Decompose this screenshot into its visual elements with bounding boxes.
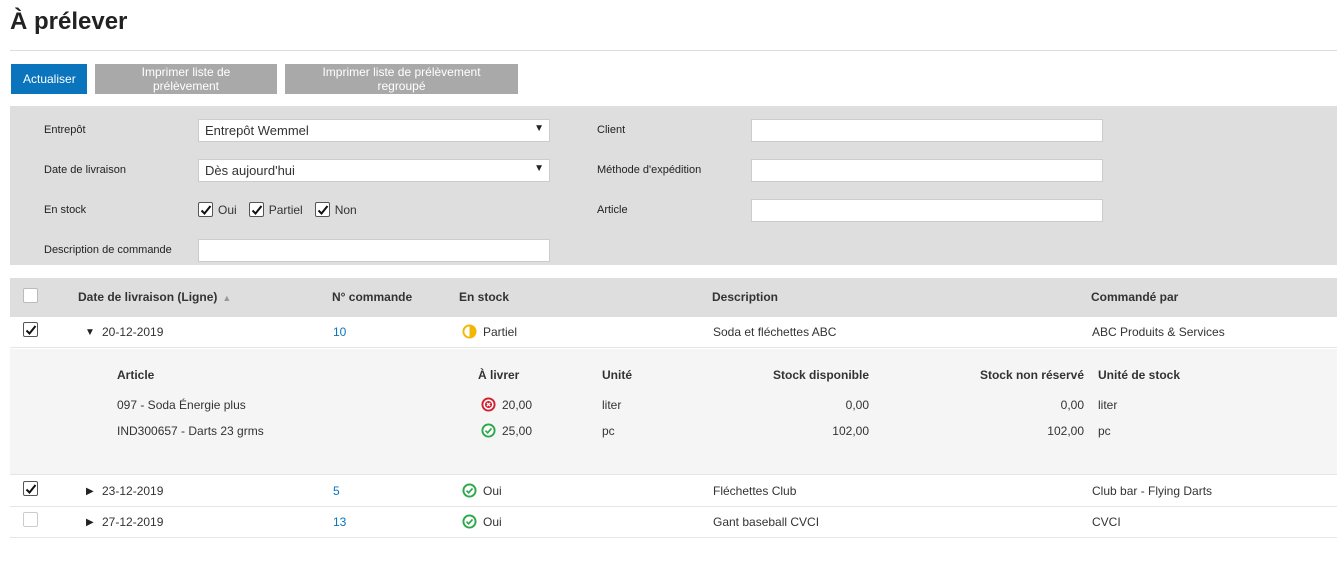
row-checkbox[interactable] [23, 512, 38, 527]
row-checkbox[interactable] [23, 481, 38, 496]
table-header: Date de livraison (Ligne) ▲ N° commande E… [10, 278, 1337, 317]
in-stock-yes-checkbox[interactable] [198, 202, 213, 217]
detail-line-stock-unit: liter [1098, 398, 1118, 412]
item-input[interactable] [751, 199, 1103, 222]
order-link[interactable]: 10 [333, 325, 346, 339]
detail-line-to-deliver-value: 20,00 [502, 397, 533, 412]
sort-ascending-icon: ▲ [222, 293, 232, 303]
chevron-down-icon: ▼ [534, 163, 544, 174]
check-circle-icon [481, 423, 496, 438]
delivery-date-label: Date de livraison [44, 164, 126, 176]
in-stock-yes-label: Oui [218, 202, 237, 217]
detail-line-unreserved: 0,00 [1060, 398, 1084, 412]
order-detail-panel: Article À livrer Unité Stock disponible … [10, 349, 1337, 475]
order-description-input[interactable] [198, 239, 550, 262]
row-date: 23-12-2019 [102, 484, 164, 498]
refresh-button[interactable]: Actualiser [11, 64, 87, 94]
expand-icon[interactable]: ▶ [86, 486, 94, 497]
collapse-icon[interactable]: ▼ [85, 327, 95, 338]
table-row[interactable]: ▶ 23-12-2019 5 Oui Fléchettes Club Club … [10, 476, 1337, 507]
row-date: 20-12-2019 [102, 325, 164, 339]
partial-stock-icon [462, 324, 477, 339]
warehouse-label: Entrepôt [44, 124, 86, 136]
detail-line-to-deliver-value: 25,00 [502, 423, 533, 438]
stock-status: Oui [462, 483, 502, 498]
detail-line-stock-unit: pc [1098, 424, 1111, 438]
detail-line-unit: pc [602, 424, 615, 438]
detail-line-available: 102,00 [832, 424, 869, 438]
detail-column-stock-unit: Unité de stock [1098, 368, 1181, 382]
row-description: Soda et fléchettes ABC [713, 325, 837, 339]
row-description: Fléchettes Club [713, 484, 797, 498]
row-ordered-by: ABC Produits & Services [1092, 325, 1225, 339]
in-stock-partial-checkbox[interactable] [248, 202, 264, 217]
order-description-label: Description de commande [44, 244, 172, 256]
stock-status-label: Oui [483, 483, 502, 498]
detail-line-item: 097 - Soda Énergie plus [117, 398, 246, 412]
row-ordered-by: Club bar - Flying Darts [1092, 484, 1213, 498]
stock-status: Partiel [462, 324, 517, 339]
delivery-date-value: Dès aujourd'hui [205, 163, 295, 178]
column-ordered-by[interactable]: Commandé par [1091, 290, 1178, 304]
column-in-stock[interactable]: En stock [459, 290, 509, 304]
print-pick-list-button[interactable]: Imprimer liste de prélèvement [95, 64, 277, 94]
check-circle-icon [462, 514, 477, 529]
shipping-method-input[interactable] [751, 159, 1103, 182]
filter-panel: Entrepôt Entrepôt Wemmel ▼ Date de livra… [10, 106, 1337, 265]
order-link[interactable]: 5 [333, 484, 340, 498]
warehouse-select[interactable]: Entrepôt Wemmel ▼ [198, 119, 550, 142]
detail-line-unit: liter [602, 398, 622, 412]
stock-status-label: Partiel [483, 324, 518, 339]
detail-column-unit: Unité [602, 368, 632, 382]
warehouse-value: Entrepôt Wemmel [205, 123, 309, 138]
expand-icon[interactable]: ▶ [86, 517, 94, 528]
item-label: Article [597, 204, 628, 216]
row-ordered-by: CVCI [1092, 515, 1121, 529]
in-stock-no-checkbox[interactable] [314, 202, 330, 217]
chevron-down-icon: ▼ [534, 123, 544, 134]
detail-line-to-deliver: 20,00 [481, 397, 532, 412]
row-description: Gant baseball CVCI [713, 515, 820, 529]
shipping-method-label: Méthode d'expédition [597, 164, 702, 176]
detail-line-item: IND300657 - Darts 23 grms [117, 424, 264, 438]
in-stock-options: Oui Partiel Non [198, 202, 369, 217]
error-icon [481, 397, 496, 412]
column-description[interactable]: Description [712, 290, 778, 304]
detail-column-available: Stock disponible [772, 368, 869, 382]
stock-status: Oui [462, 514, 502, 529]
column-delivery-date[interactable]: Date de livraison (Ligne) ▲ [78, 290, 231, 304]
row-checkbox[interactable] [23, 322, 38, 337]
detail-column-to-deliver: À livrer [478, 368, 520, 382]
row-date: 27-12-2019 [102, 515, 164, 529]
column-order-no[interactable]: N° commande [332, 290, 412, 304]
check-circle-icon [462, 483, 477, 498]
table-row[interactable]: ▼ 20-12-2019 10 Partiel Soda et fléchett… [10, 317, 1337, 348]
title-divider [10, 50, 1337, 51]
stock-status-label: Oui [483, 514, 502, 529]
in-stock-no-label: Non [334, 202, 357, 217]
select-all-checkbox[interactable] [23, 288, 38, 303]
in-stock-partial-label: Partiel [268, 202, 303, 217]
page-title: À prélever [10, 8, 128, 35]
delivery-date-select[interactable]: Dès aujourd'hui ▼ [198, 159, 550, 182]
column-delivery-date-label: Date de livraison (Ligne) [78, 290, 218, 304]
detail-line-to-deliver: 25,00 [481, 423, 532, 438]
order-link[interactable]: 13 [333, 515, 346, 529]
customer-label: Client [597, 124, 626, 136]
customer-input[interactable] [751, 119, 1103, 142]
detail-line-available: 0,00 [845, 398, 869, 412]
table-row[interactable]: ▶ 27-12-2019 13 Oui Gant baseball CVCI C… [10, 507, 1337, 538]
detail-column-item: Article [117, 368, 155, 382]
in-stock-label: En stock [44, 204, 87, 216]
detail-column-unreserved: Stock non réservé [979, 368, 1084, 382]
detail-line-unreserved: 102,00 [1047, 424, 1084, 438]
print-grouped-pick-list-button[interactable]: Imprimer liste de prélèvement regroupé [285, 64, 518, 94]
